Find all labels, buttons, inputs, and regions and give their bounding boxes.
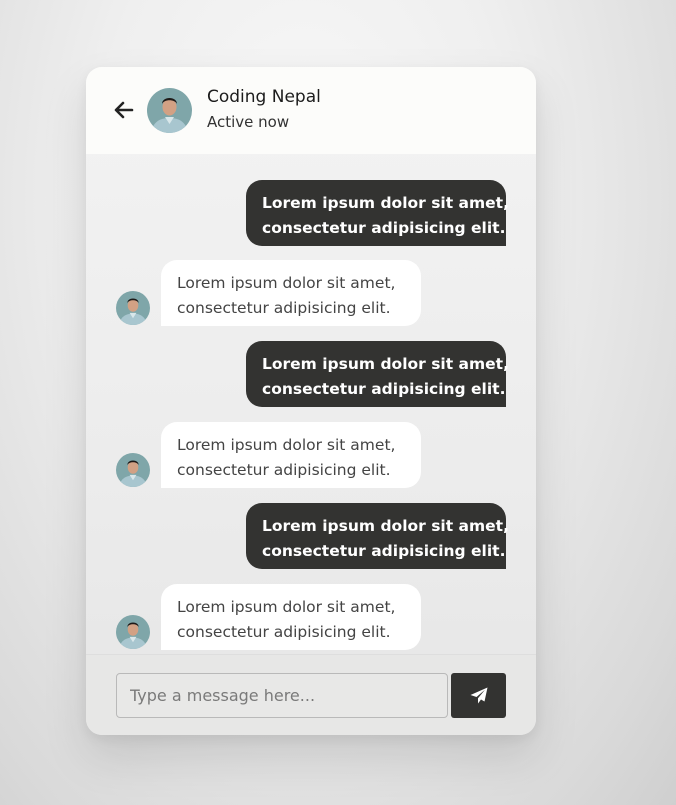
contact-avatar (116, 291, 150, 325)
back-button[interactable] (112, 98, 136, 122)
outgoing-message: Lorem ipsum dolor sit amet, consectetur … (246, 503, 509, 569)
contact-avatar (116, 615, 150, 649)
message-text: consectetur adipisicing elit. (177, 623, 391, 641)
incoming-message: Lorem ipsum dolor sit amet, consectetur … (161, 422, 421, 488)
message-text: Lorem ipsum dolor sit amet, (262, 355, 509, 373)
incoming-message: Lorem ipsum dolor sit amet, consectetur … (161, 584, 421, 650)
chat-window: Coding Nepal Active now Lorem ipsum dolo… (86, 67, 536, 735)
message-text: consectetur adipisicing elit. (177, 461, 391, 479)
message-text: consectetur adipisicing elit. (262, 219, 506, 237)
message-text: Lorem ipsum dolor sit amet, (262, 517, 509, 535)
contact-avatar (116, 453, 150, 487)
message-text: Lorem ipsum dolor sit amet, (177, 274, 396, 292)
message-text: consectetur adipisicing elit. (262, 542, 506, 560)
message-composer (86, 654, 536, 735)
message-text: Lorem ipsum dolor sit amet, (262, 194, 509, 212)
chat-header: Coding Nepal Active now (86, 67, 536, 154)
paper-plane-icon (470, 687, 487, 704)
incoming-message: Lorem ipsum dolor sit amet, consectetur … (161, 260, 421, 326)
message-text: Lorem ipsum dolor sit amet, (177, 436, 396, 454)
contact-avatar[interactable] (147, 88, 192, 133)
message-list[interactable]: Lorem ipsum dolor sit amet, consectetur … (86, 154, 536, 654)
message-text: consectetur adipisicing elit. (262, 380, 506, 398)
contact-status: Active now (207, 113, 290, 131)
arrow-left-icon (114, 101, 134, 119)
outgoing-message: Lorem ipsum dolor sit amet, consectetur … (246, 180, 509, 246)
message-text: Lorem ipsum dolor sit amet, (177, 598, 396, 616)
outgoing-message: Lorem ipsum dolor sit amet, consectetur … (246, 341, 509, 407)
message-text: consectetur adipisicing elit. (177, 299, 391, 317)
message-input[interactable] (116, 673, 448, 718)
contact-name: Coding Nepal (207, 87, 321, 107)
send-button[interactable] (451, 673, 506, 718)
